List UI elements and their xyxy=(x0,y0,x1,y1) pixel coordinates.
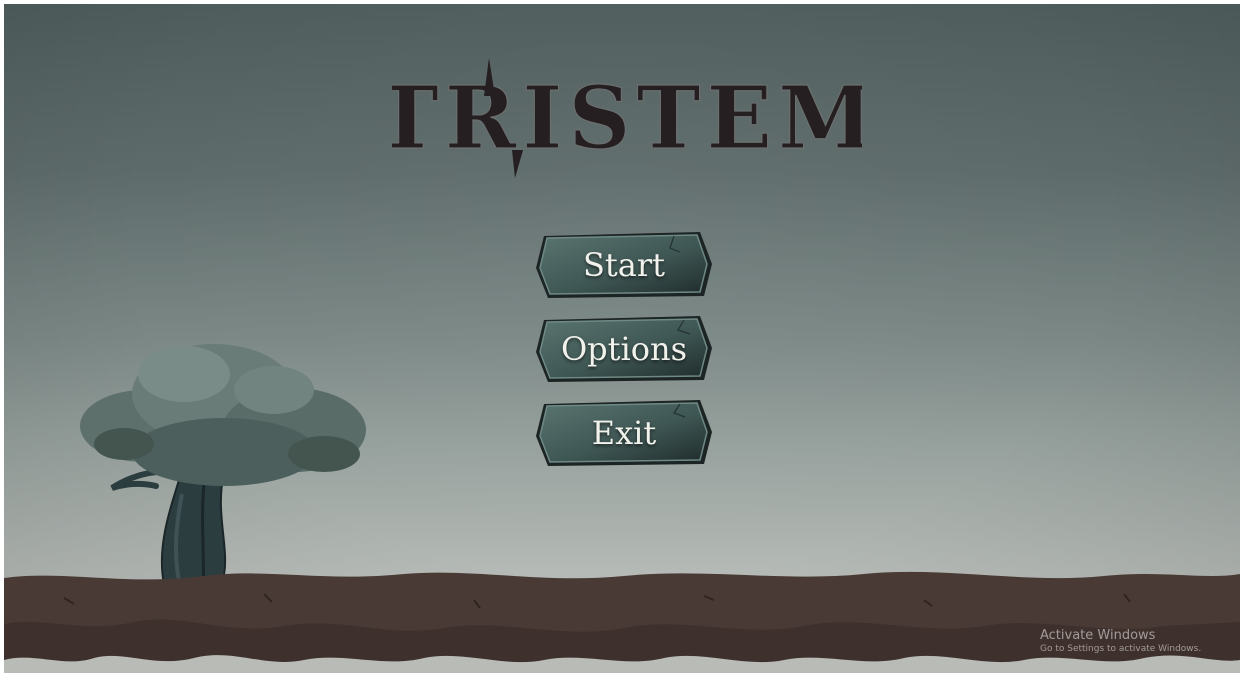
options-button[interactable]: Options xyxy=(534,314,714,384)
exit-button[interactable]: Exit xyxy=(534,398,714,468)
watermark-title: Activate Windows xyxy=(1040,628,1156,643)
options-button-label: Options xyxy=(560,330,688,368)
start-button-label: Start xyxy=(582,246,665,284)
game-title-logo: TRISTEM xyxy=(392,58,862,178)
game-screen: TRISTEM Start Options Exit Activate Wind… xyxy=(4,4,1240,673)
game-title: TRISTEM xyxy=(392,68,862,169)
windows-activation-watermark: Activate Windows Go to Settings to activ… xyxy=(1040,628,1201,654)
exit-button-label: Exit xyxy=(591,414,657,452)
ground-terrain xyxy=(4,571,1240,673)
watermark-subtitle: Go to Settings to activate Windows. xyxy=(1040,644,1202,654)
start-button[interactable]: Start xyxy=(534,230,714,300)
